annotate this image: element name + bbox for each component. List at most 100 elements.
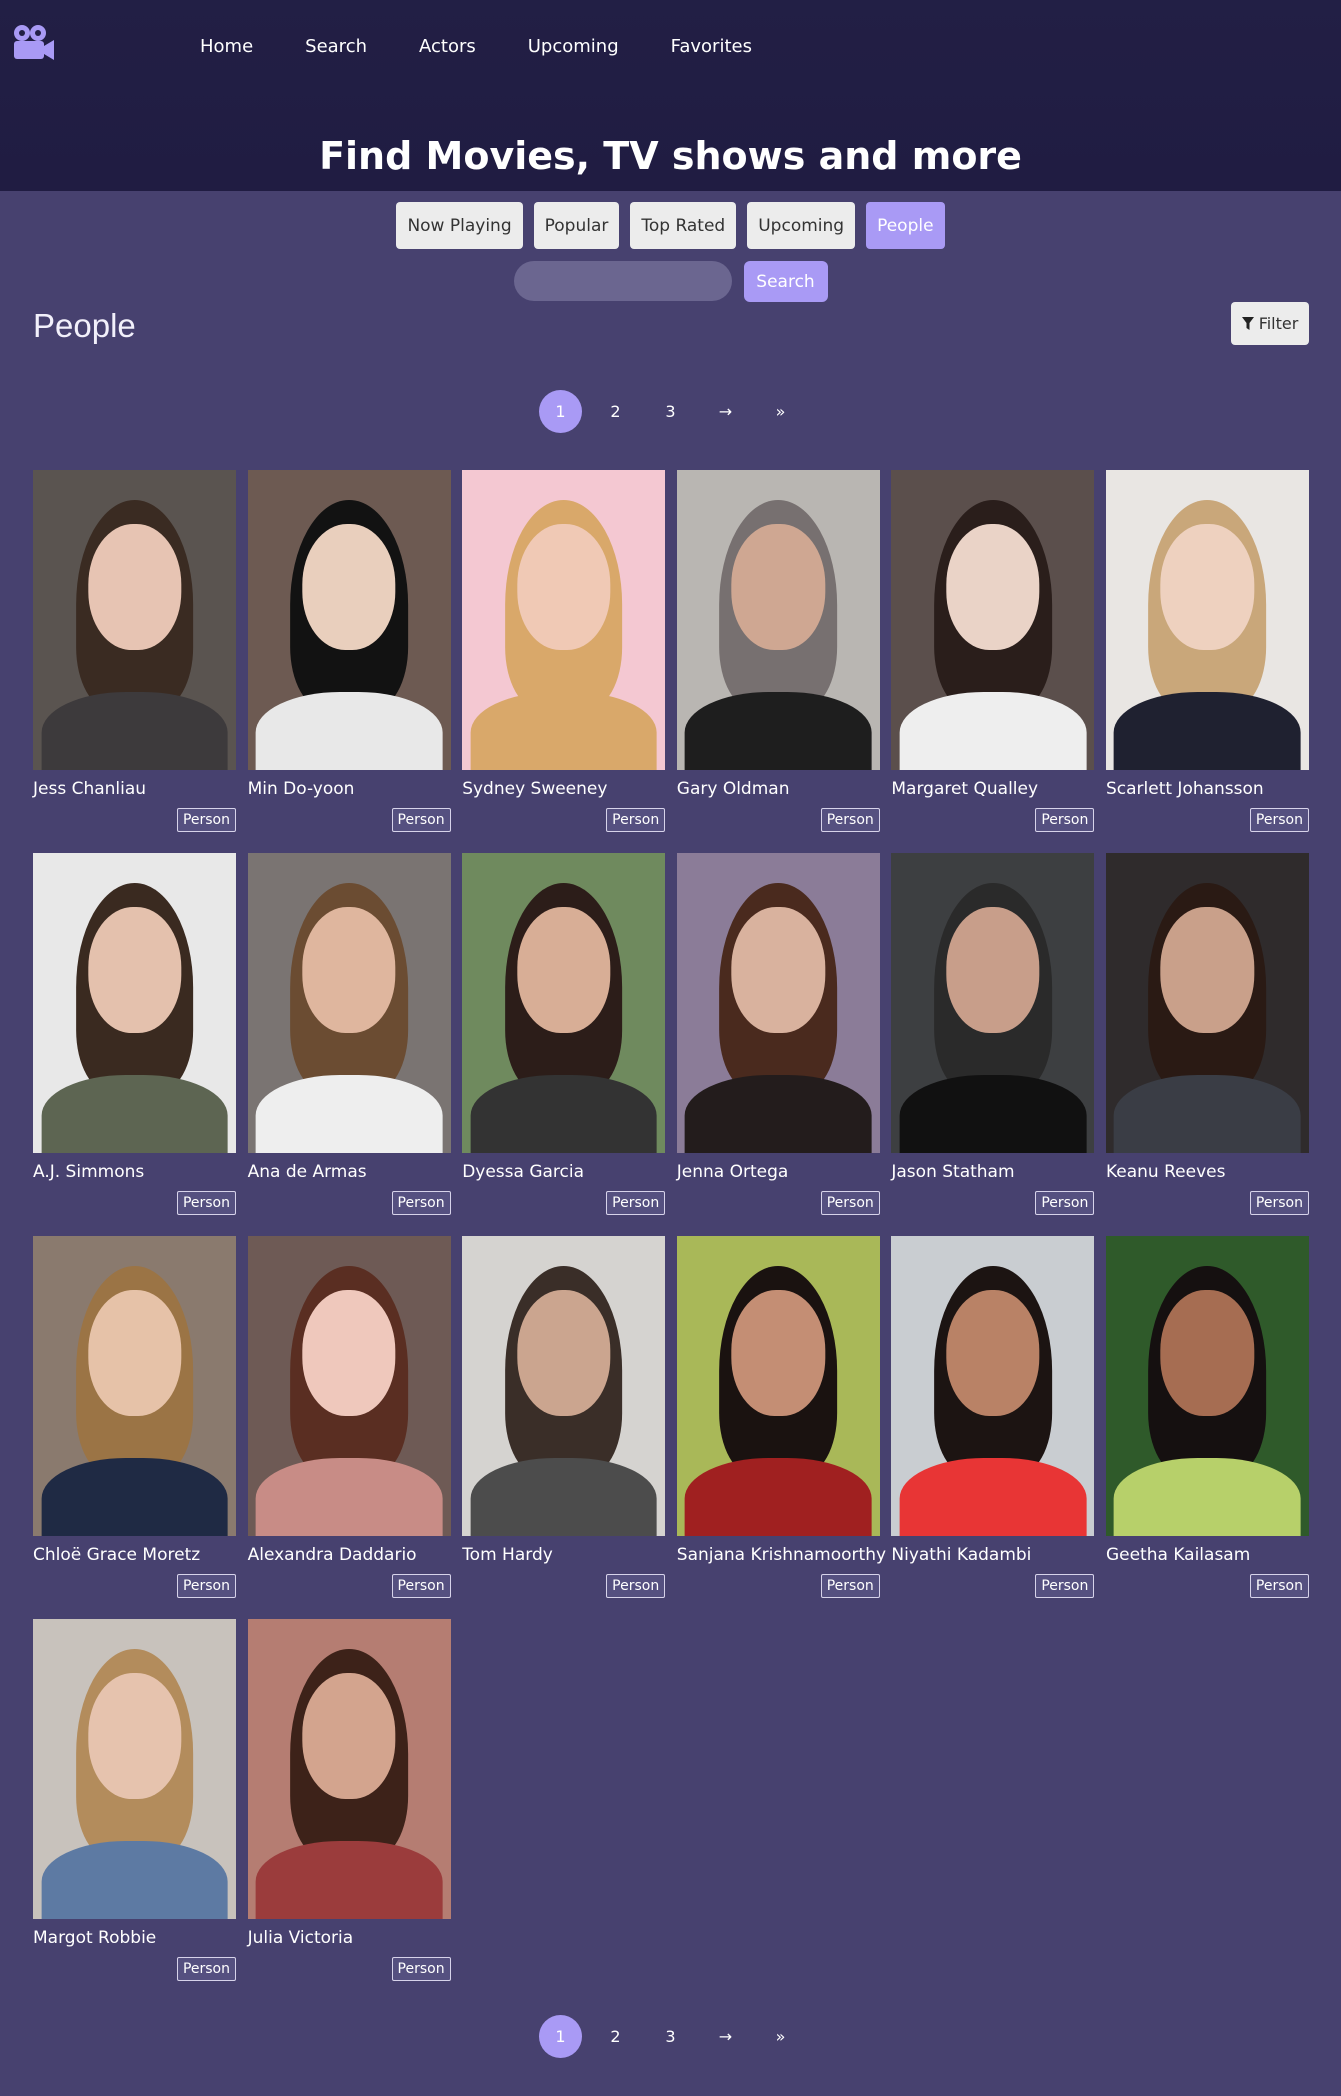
photo-face [1160, 524, 1255, 650]
person-name[interactable]: Jess Chanliau [33, 778, 236, 800]
photo-body [255, 1458, 443, 1536]
photo-body [41, 692, 228, 770]
photo-body [684, 1075, 872, 1153]
person-card[interactable]: Jess Chanliau Person [33, 470, 236, 853]
person-name[interactable]: Alexandra Daddario [248, 1544, 451, 1566]
nav-search[interactable]: Search [305, 35, 367, 59]
person-name[interactable]: Geetha Kailasam [1106, 1544, 1309, 1566]
person-card[interactable]: Jason Statham Person [891, 853, 1095, 1236]
person-photo[interactable] [462, 470, 666, 770]
last-page-button[interactable]: » [759, 390, 802, 433]
person-card[interactable]: Julia Victoria Person [247, 1619, 451, 2002]
person-card[interactable]: Tom Hardy Person [462, 1236, 666, 1619]
nav-favorites[interactable]: Favorites [671, 35, 752, 59]
person-photo[interactable] [1105, 853, 1309, 1153]
person-type-badge: Person [391, 808, 451, 832]
person-card[interactable]: Min Do-yoon Person [247, 470, 451, 853]
photo-face [87, 524, 182, 650]
next-page-button[interactable]: → [704, 390, 747, 433]
person-name[interactable]: A.J. Simmons [33, 1161, 236, 1183]
site-header: Home Search Actors Upcoming Favorites Fi… [0, 0, 1341, 191]
page-3-button[interactable]: 3 [649, 2015, 692, 2058]
photo-body [41, 1458, 228, 1536]
person-photo[interactable] [1105, 1236, 1309, 1536]
person-card[interactable]: Gary Oldman Person [676, 470, 880, 853]
person-photo[interactable] [247, 1619, 451, 1919]
person-photo[interactable] [462, 853, 666, 1153]
person-photo[interactable] [676, 470, 880, 770]
person-name[interactable]: Margot Robbie [33, 1927, 236, 1949]
person-name[interactable]: Sydney Sweeney [462, 778, 665, 800]
page-1-button[interactable]: 1 [539, 390, 582, 433]
person-photo[interactable] [891, 470, 1095, 770]
nav-upcoming[interactable]: Upcoming [528, 35, 619, 59]
person-card[interactable]: Keanu Reeves Person [1105, 853, 1309, 1236]
person-name[interactable]: Gary Oldman [677, 778, 880, 800]
person-photo[interactable] [891, 853, 1095, 1153]
person-name[interactable]: Niyathi Kadambi [891, 1544, 1094, 1566]
tab-top-rated[interactable]: Top Rated [630, 202, 737, 249]
hero-title: Find Movies, TV shows and more [319, 134, 1022, 178]
person-name[interactable]: Ana de Armas [248, 1161, 451, 1183]
person-name[interactable]: Scarlett Johansson [1106, 778, 1309, 800]
page-1-button[interactable]: 1 [539, 2015, 582, 2058]
person-name[interactable]: Margaret Qualley [891, 778, 1094, 800]
tab-upcoming[interactable]: Upcoming [747, 202, 856, 249]
page-2-button[interactable]: 2 [594, 390, 637, 433]
person-name[interactable]: Chloë Grace Moretz [33, 1544, 236, 1566]
search-input[interactable] [513, 261, 732, 301]
person-photo[interactable] [247, 853, 451, 1153]
person-name[interactable]: Dyessa Garcia [462, 1161, 665, 1183]
person-card[interactable]: Geetha Kailasam Person [1105, 1236, 1309, 1619]
movie-camera-icon[interactable] [12, 24, 54, 62]
person-photo[interactable] [676, 1236, 880, 1536]
tab-people[interactable]: People [866, 202, 945, 249]
person-card[interactable]: Sydney Sweeney Person [462, 470, 666, 853]
person-photo[interactable] [33, 1236, 236, 1536]
tab-popular[interactable]: Popular [533, 202, 620, 249]
person-photo[interactable] [891, 1236, 1095, 1536]
person-card[interactable]: Chloë Grace Moretz Person [33, 1236, 236, 1619]
nav-actors[interactable]: Actors [419, 35, 476, 59]
person-card[interactable]: Dyessa Garcia Person [462, 853, 666, 1236]
photo-body [41, 1075, 228, 1153]
person-card[interactable]: Margot Robbie Person [33, 1619, 236, 2002]
last-page-button[interactable]: » [759, 2015, 802, 2058]
photo-body [41, 1841, 228, 1919]
person-photo[interactable] [247, 1236, 451, 1536]
person-photo[interactable] [33, 1619, 236, 1919]
person-card[interactable]: Margaret Qualley Person [891, 470, 1095, 853]
tab-now-playing[interactable]: Now Playing [396, 202, 523, 249]
person-photo[interactable] [33, 853, 236, 1153]
person-type-badge: Person [176, 808, 236, 832]
search-button[interactable]: Search [743, 261, 828, 302]
page-2-button[interactable]: 2 [594, 2015, 637, 2058]
person-name[interactable]: Sanjana Krishnamoorthy [677, 1544, 886, 1566]
person-card[interactable]: Ana de Armas Person [247, 853, 451, 1236]
person-photo[interactable] [33, 470, 236, 770]
person-name[interactable]: Jason Statham [891, 1161, 1094, 1183]
next-page-button[interactable]: → [704, 2015, 747, 2058]
person-photo[interactable] [247, 470, 451, 770]
person-photo[interactable] [676, 853, 880, 1153]
person-card[interactable]: Scarlett Johansson Person [1105, 470, 1309, 853]
person-card[interactable]: Alexandra Daddario Person [247, 1236, 451, 1619]
nav-home[interactable]: Home [200, 35, 253, 59]
person-name[interactable]: Julia Victoria [248, 1927, 451, 1949]
filter-button[interactable]: Filter [1231, 302, 1309, 345]
person-photo[interactable] [1105, 470, 1309, 770]
person-card[interactable]: Sanjana Krishnamoorthy Person [676, 1236, 886, 1619]
person-card[interactable]: Niyathi Kadambi Person [891, 1236, 1095, 1619]
person-type-badge: Person [1249, 1574, 1309, 1598]
person-card[interactable]: Jenna Ortega Person [676, 853, 880, 1236]
person-name[interactable]: Tom Hardy [462, 1544, 665, 1566]
photo-face [302, 1290, 396, 1416]
person-card[interactable]: A.J. Simmons Person [33, 853, 236, 1236]
person-name[interactable]: Keanu Reeves [1106, 1161, 1309, 1183]
photo-face [87, 907, 182, 1033]
pagination-top: 1 2 3 → » [0, 390, 1341, 433]
page-3-button[interactable]: 3 [649, 390, 692, 433]
person-photo[interactable] [462, 1236, 666, 1536]
person-name[interactable]: Jenna Ortega [677, 1161, 880, 1183]
person-name[interactable]: Min Do-yoon [248, 778, 451, 800]
